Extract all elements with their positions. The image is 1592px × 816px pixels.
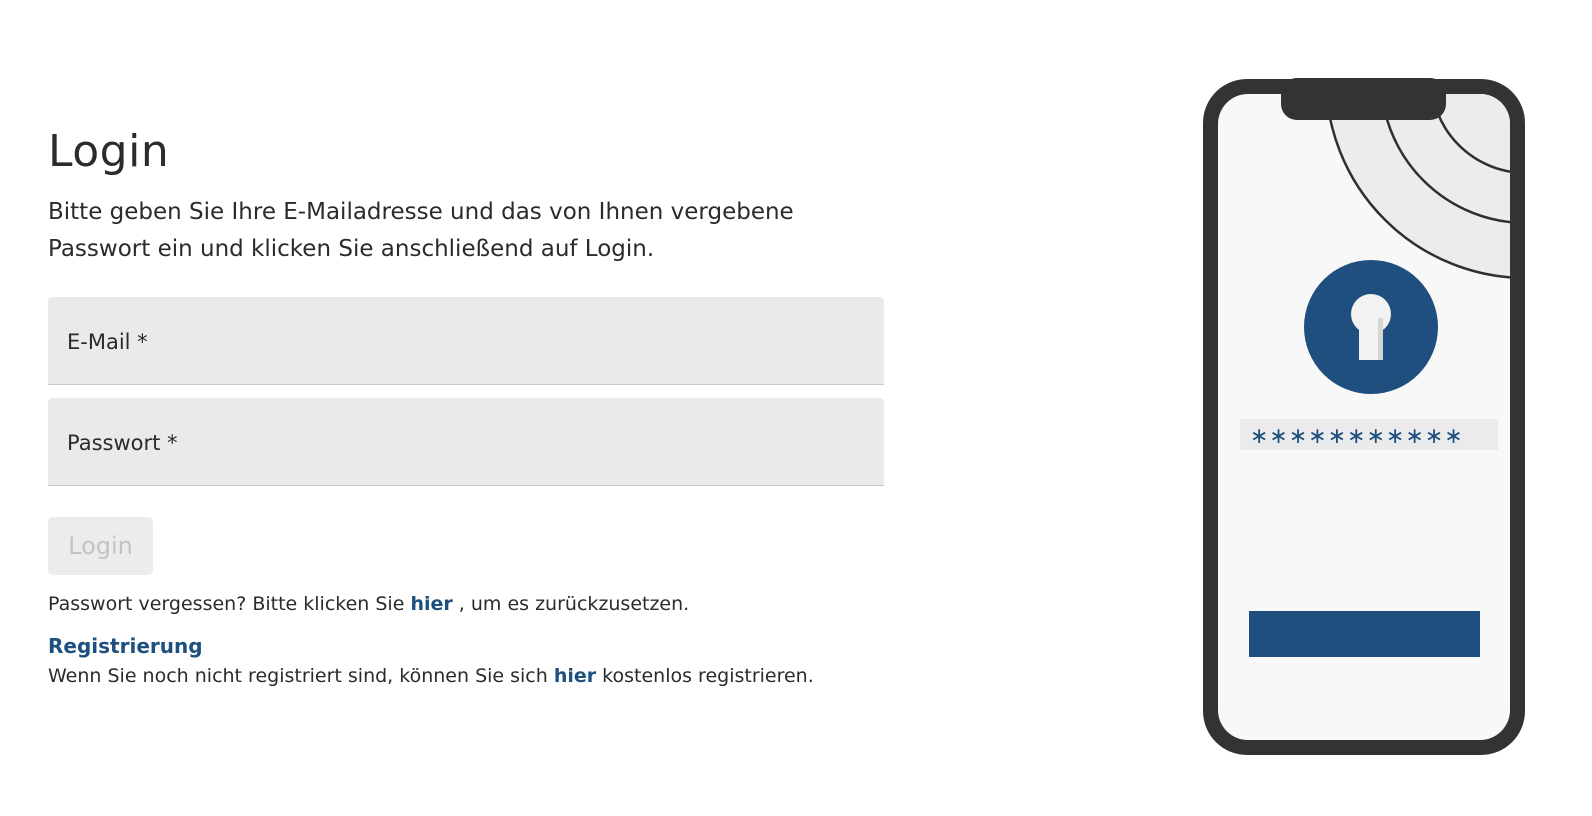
login-button[interactable]: Login xyxy=(48,517,153,575)
password-input[interactable] xyxy=(48,398,884,485)
page-title: Login xyxy=(48,126,170,177)
login-form-section: Login Bitte geben Sie Ihre E-Mailadresse… xyxy=(48,118,884,689)
phone-submit-button xyxy=(1249,611,1480,657)
registration-prefix: Wenn Sie noch nicht registriert sind, kö… xyxy=(48,665,554,687)
forgot-password-prefix: Passwort vergessen? Bitte klicken Sie xyxy=(48,593,411,615)
phone-illustration: ∗∗∗∗∗∗∗∗∗∗∗ xyxy=(1203,78,1525,755)
forgot-password-suffix: , um es zurückzusetzen. xyxy=(452,593,690,615)
reset-password-link[interactable]: hier xyxy=(410,593,452,615)
password-field[interactable]: Passwort * xyxy=(48,398,884,486)
phone-notch xyxy=(1281,78,1446,120)
login-instructions: Bitte geben Sie Ihre E-Mailadresse und d… xyxy=(48,199,794,262)
registration-text: Wenn Sie noch nicht registriert sind, kö… xyxy=(48,663,884,689)
keyhole-lock-icon xyxy=(1304,260,1438,394)
email-input[interactable] xyxy=(48,297,884,384)
email-field[interactable]: E-Mail * xyxy=(48,297,884,385)
register-link[interactable]: hier xyxy=(554,665,596,687)
masked-password-text: ∗∗∗∗∗∗∗∗∗∗∗ xyxy=(1250,424,1464,449)
registration-suffix: kostenlos registrieren. xyxy=(596,665,814,687)
registration-heading: Registrierung xyxy=(48,634,203,658)
forgot-password-text: Passwort vergessen? Bitte klicken Sie hi… xyxy=(48,591,884,617)
